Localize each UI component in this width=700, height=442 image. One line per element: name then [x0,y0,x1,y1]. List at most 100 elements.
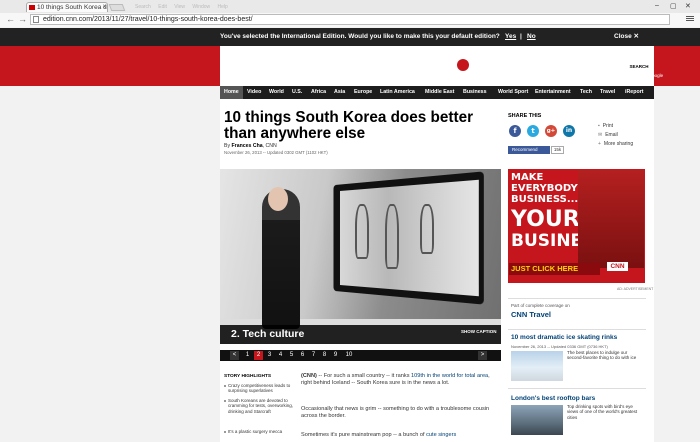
gallery-prev-button[interactable]: < [230,351,239,360]
related-story-title[interactable]: 10 most dramatic ice skating rinks [511,334,617,341]
nav-entertainment[interactable]: Entertainment [535,86,571,99]
image-glass [355,204,369,259]
nav-europe[interactable]: Europe [354,86,372,99]
nav-africa[interactable]: Africa [311,86,326,99]
edition-arabic-link[interactable]: ARABIC [329,51,346,56]
ad-line: EVERYBODY'S [511,183,588,194]
article-date: November 26, 2013 -- Updated 0302 GMT (1… [224,150,328,155]
gallery-page[interactable]: 5 [287,351,296,360]
show-caption-button[interactable]: SHOW CAPTION [461,329,497,334]
gallery-page[interactable]: 8 [320,351,329,360]
gallery-page[interactable]: 6 [298,351,307,360]
nav-us[interactable]: U.S. [292,86,302,99]
nav-middle-east[interactable]: Middle East [425,86,454,99]
ad-cta-button[interactable]: JUST CLICK HERE [509,263,600,275]
cnn-logo[interactable]: CNN [392,52,448,78]
author-name[interactable]: Frances Cha [232,143,263,149]
nav-world[interactable]: World [269,86,284,99]
browser-tab[interactable]: 10 things South Korea d x [26,2,108,12]
edition-selector: EDITION: INTERNATIONAL U.S. MÉXICO ARABI… [220,51,346,56]
menu-icon[interactable] [686,15,694,23]
linkedin-icon[interactable]: in [563,125,575,137]
image-glass [385,204,399,269]
nav-world-sport[interactable]: World Sport [498,86,528,99]
ad-label: AD: ADVERTISEMENT [617,287,654,291]
related-story-title[interactable]: London's best rooftop bars [511,395,595,402]
print-label: Print [602,123,614,129]
account-links: Sign up Log in [611,52,647,57]
back-arrow-icon[interactable]: ← [6,14,15,24]
edition-label: EDITION: INTERNATIONAL [220,51,278,56]
cute-singers-link[interactable]: cute singers [426,432,456,438]
edition-separator: | [520,33,522,40]
nav-video[interactable]: Video [247,86,261,99]
email-label: Email [605,132,618,138]
nav-home[interactable]: Home [220,86,243,99]
edition-close-button[interactable]: Close ✕ [614,28,639,46]
new-tab-button[interactable] [108,4,126,11]
address-bar[interactable]: edition.cnn.com/2013/11/27/travel/10-thi… [30,14,670,25]
faint-menu: Search Edit View Window Help [135,4,228,10]
gallery-image[interactable] [220,169,501,344]
article-paragraph: Sometimes it's pure mainstream pop -- a … [301,432,499,439]
edition-yes-link[interactable]: Yes [505,28,516,46]
search-button[interactable]: SEARCH [629,63,649,71]
email-link[interactable]: ✉ Email [598,132,618,138]
gallery-next-button[interactable]: > [478,351,487,360]
highlight-item: Crazy competitiveness leads to surprisin… [224,383,300,394]
nav-ireport[interactable]: iReport [625,86,644,99]
gallery-page[interactable]: 7 [309,351,318,360]
gallery-page[interactable]: 4 [276,351,285,360]
ad-cnn-logo: CNN [607,262,628,271]
minimize-icon[interactable]: – [655,2,659,9]
total-area-link[interactable]: 109th in the world for total area [411,373,488,379]
sign-up-link[interactable]: Sign up [611,52,626,57]
edition-no-link[interactable]: No [527,28,536,46]
maximize-icon[interactable]: ▢ [670,2,677,10]
facebook-icon[interactable]: f [509,125,521,137]
tv-cnn-link[interactable]: CNN [238,62,248,67]
gallery-page[interactable]: 1 [243,351,252,360]
globe-icon [453,55,473,75]
gallery-page[interactable]: 10 [343,351,355,360]
edition-mexico-link[interactable]: MÉXICO [303,51,321,56]
nav-asia[interactable]: Asia [334,86,345,99]
share-title: SHARE THIS [508,113,542,119]
search-input[interactable] [516,63,628,71]
edition-question: You've selected the International Editio… [220,33,500,40]
nav-latin-america[interactable]: Latin America [380,86,415,99]
gallery-page[interactable]: 9 [331,351,340,360]
edition-us-link[interactable]: U.S. [286,51,295,56]
story-highlights-title: STORY HIGHLIGHTS [224,374,272,379]
nav-travel[interactable]: Travel [600,86,615,99]
powered-by-google: POWERED BY Google [617,73,664,78]
highlight-item: It's a plastic surgery mecca [224,429,300,434]
tv-cnn-espanol-link[interactable]: CNN en Español [256,62,290,67]
cnn-dateline: (CNN) [301,373,317,379]
nav-tech[interactable]: Tech [580,86,592,99]
more-sharing-link[interactable]: + More sharing [598,141,633,147]
p1-text-a: -- For such a small country -- it ranks [316,373,412,379]
facebook-recommend-button[interactable]: Recommend [508,146,550,154]
print-link[interactable]: ▪ Print [598,123,613,129]
log-in-link[interactable]: Log in [635,52,647,57]
forward-arrow-icon[interactable]: → [18,14,27,24]
main-nav: Home Video World U.S. Africa Asia Europe… [220,86,654,99]
ad-line: MAKE [511,172,544,183]
gallery-page[interactable]: 3 [265,351,274,360]
twitter-icon[interactable]: t [527,125,539,137]
related-story-image[interactable] [511,351,563,381]
ad-line: YOUR [511,207,580,232]
window-close-icon[interactable]: ✕ [685,2,691,10]
tab-close-icon[interactable]: x [103,3,106,12]
set-edition-preference-link[interactable]: Set edition preference [232,71,276,76]
gallery-page-active[interactable]: 2 [254,351,263,360]
google-plus-icon[interactable]: g+ [545,125,557,137]
coverage-title[interactable]: CNN Travel [511,310,551,319]
nav-business[interactable]: Business [463,86,487,99]
related-story-image[interactable] [511,405,563,435]
image-glass [420,204,434,254]
related-story-text: The best places to indulge our second-fa… [567,350,637,361]
article-paragraph: (CNN) -- For such a small country -- it … [301,373,499,387]
slide-caption: 2. Tech culture [220,325,501,344]
